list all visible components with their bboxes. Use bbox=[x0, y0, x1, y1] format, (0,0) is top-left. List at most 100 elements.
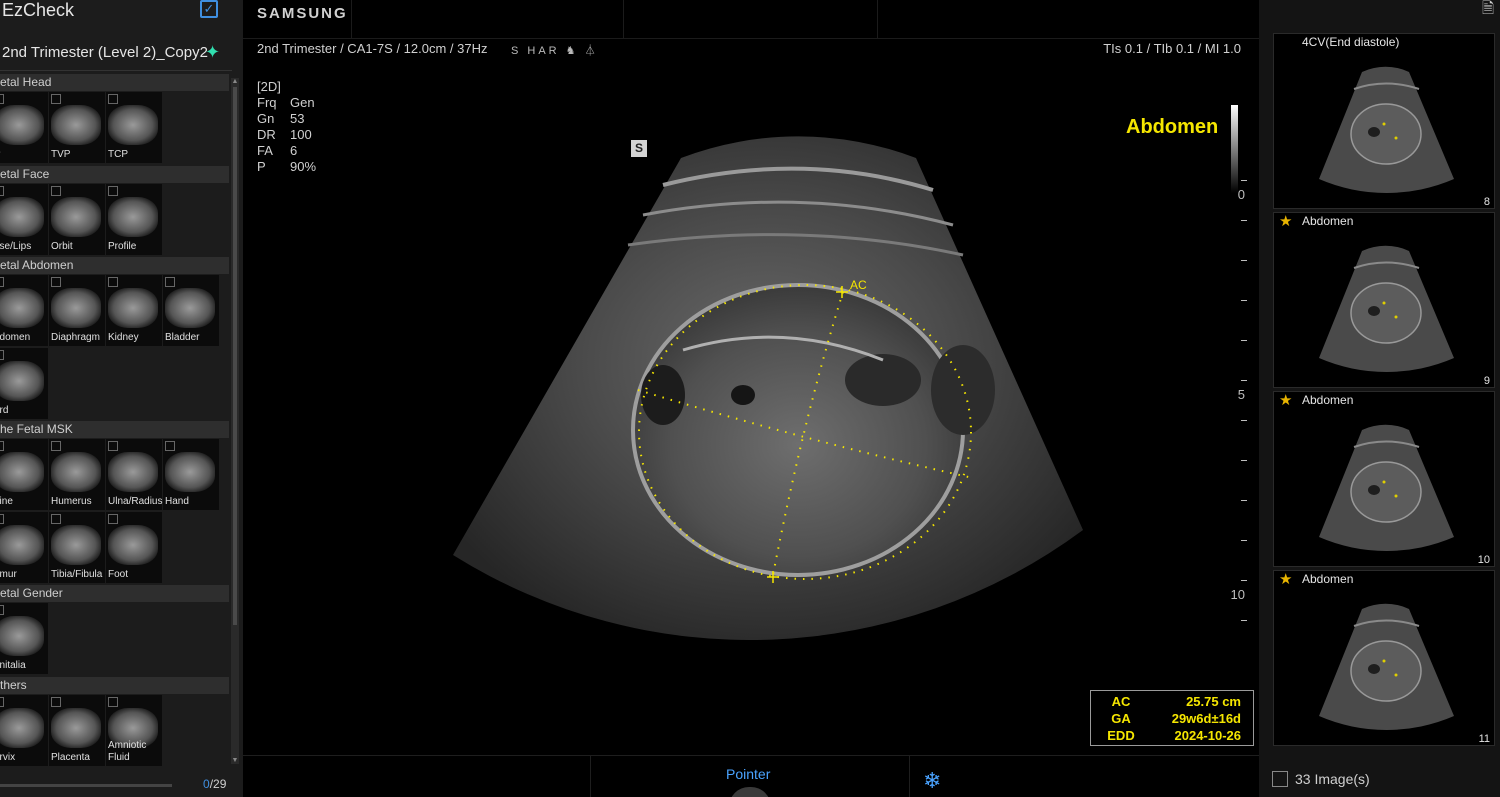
checklist-item[interactable]: Diaphragm bbox=[49, 275, 105, 346]
image-parameters: [2D] Frq Gen Gn 53 DR 100 FA 6 P 90% bbox=[257, 79, 316, 175]
item-label: Tibia/Fibula bbox=[51, 569, 103, 580]
toolbar-divider bbox=[590, 756, 591, 797]
preset-selector[interactable]: 2nd Trimester (Level 2)_Copy2 ✦ bbox=[0, 40, 243, 68]
item-checkbox[interactable] bbox=[0, 94, 4, 104]
star-icon[interactable]: ★ bbox=[1279, 393, 1292, 409]
item-checkbox[interactable] bbox=[165, 441, 175, 451]
pointer-knob-icon[interactable] bbox=[729, 787, 771, 797]
star-icon[interactable]: ★ bbox=[1279, 214, 1292, 230]
section-header[interactable]: etal Abdomen bbox=[0, 257, 229, 274]
checklist-item[interactable]: Ulna/Radius bbox=[106, 439, 162, 510]
parameter-key: P bbox=[257, 159, 266, 174]
item-checkbox[interactable] bbox=[51, 186, 61, 196]
item-checkbox[interactable] bbox=[0, 514, 4, 524]
checklist-item[interactable]: Kidney bbox=[106, 275, 162, 346]
checklist-item[interactable]: Foot bbox=[106, 512, 162, 583]
item-checkbox[interactable] bbox=[0, 186, 4, 196]
checklist-item[interactable]: Profile bbox=[106, 184, 162, 255]
item-checkbox[interactable] bbox=[108, 186, 118, 196]
parameter-key: FA bbox=[257, 143, 273, 158]
scrollbar-thumb[interactable] bbox=[232, 86, 238, 626]
checklist-item[interactable]: Amniotic Fluid bbox=[106, 695, 162, 766]
checklist-item[interactable]: emur bbox=[0, 512, 48, 583]
image-thumbnail[interactable]: ★ Abdomen 10 bbox=[1273, 391, 1495, 567]
checklist-item[interactable]: ose/Lips bbox=[0, 184, 48, 255]
item-checkbox[interactable] bbox=[0, 350, 4, 360]
checklist-item[interactable]: TVP bbox=[49, 92, 105, 163]
checklist-item[interactable]: Orbit bbox=[49, 184, 105, 255]
image-thumbnail[interactable]: ★ Abdomen 11 bbox=[1273, 570, 1495, 746]
item-checkbox[interactable] bbox=[108, 277, 118, 287]
checklist-item[interactable]: Bladder bbox=[163, 275, 219, 346]
item-checkbox[interactable] bbox=[51, 277, 61, 287]
item-checkbox[interactable] bbox=[51, 697, 61, 707]
section-header[interactable]: etal Head bbox=[0, 74, 229, 91]
section-header[interactable]: thers bbox=[0, 677, 229, 694]
image-thumbnail[interactable]: ★ Abdomen 9 bbox=[1273, 212, 1495, 388]
measurement-row: GA 29w6d±16d bbox=[1091, 710, 1253, 727]
checklist-item[interactable]: pine bbox=[0, 439, 48, 510]
item-checkbox[interactable] bbox=[51, 441, 61, 451]
item-label: Amniotic Fluid bbox=[108, 740, 147, 763]
measurement-box[interactable]: AC 25.75 cm GA 29w6d±16d EDD 2024-10-26 bbox=[1090, 690, 1254, 746]
image-count-label: 33 Image(s) bbox=[1295, 771, 1370, 787]
anatomy-icon bbox=[51, 452, 101, 492]
item-checkbox[interactable] bbox=[51, 514, 61, 524]
checklist-item[interactable]: P bbox=[0, 92, 48, 163]
scroll-down-icon[interactable]: ▼ bbox=[231, 757, 239, 764]
checklist-item[interactable]: Tibia/Fibula bbox=[49, 512, 105, 583]
item-checkbox[interactable] bbox=[108, 94, 118, 104]
checklist-item[interactable]: Placenta bbox=[49, 695, 105, 766]
depth-tick bbox=[1241, 500, 1247, 501]
section-header[interactable]: etal Gender bbox=[0, 585, 229, 602]
checklist-item[interactable]: TCP bbox=[106, 92, 162, 163]
checklist-item[interactable]: Humerus bbox=[49, 439, 105, 510]
item-label: ord bbox=[0, 405, 9, 416]
anatomy-icon bbox=[108, 197, 158, 237]
report-icon[interactable]: 🗎 bbox=[1482, 0, 1494, 23]
pointer-button[interactable]: Pointer bbox=[726, 766, 770, 782]
parameter-row: Gn 53 bbox=[257, 111, 316, 127]
depth-tick bbox=[1241, 220, 1247, 221]
checklist-item[interactable]: ervix bbox=[0, 695, 48, 766]
header-divider bbox=[351, 0, 352, 38]
header-divider bbox=[877, 0, 878, 38]
depth-scale: 0 5 10 bbox=[1223, 180, 1259, 660]
depth-tick bbox=[1241, 300, 1247, 301]
section-header[interactable]: he Fetal MSK bbox=[0, 421, 229, 438]
image-count[interactable]: 33 Image(s) bbox=[1272, 771, 1370, 787]
checklist-item[interactable]: ord bbox=[0, 348, 48, 419]
checklist-item[interactable]: enitalia bbox=[0, 603, 48, 674]
select-all-checkbox[interactable] bbox=[1272, 771, 1288, 787]
item-checkbox[interactable] bbox=[0, 605, 4, 615]
star-icon[interactable]: ★ bbox=[1279, 572, 1292, 588]
item-label: Profile bbox=[108, 241, 137, 252]
item-checkbox[interactable] bbox=[0, 441, 4, 451]
measurement-value: 25.75 cm bbox=[1186, 694, 1241, 709]
item-checkbox[interactable] bbox=[51, 94, 61, 104]
section-header[interactable]: etal Face bbox=[0, 166, 229, 183]
ezcheck-title: EzCheck bbox=[2, 0, 75, 20]
item-checkbox[interactable] bbox=[0, 277, 4, 287]
scroll-up-icon[interactable]: ▲ bbox=[231, 78, 239, 85]
sparkle-icon[interactable]: ✦ bbox=[205, 42, 220, 63]
item-checkbox[interactable] bbox=[0, 697, 4, 707]
parameter-value: 100 bbox=[290, 127, 312, 142]
ezcheck-checkbox-icon[interactable]: ✓ bbox=[200, 0, 218, 18]
item-checkbox[interactable] bbox=[108, 514, 118, 524]
checklist-scrollbar[interactable]: ▲ ▼ bbox=[231, 78, 239, 764]
item-checkbox[interactable] bbox=[108, 697, 118, 707]
parameter-row: Frq Gen bbox=[257, 95, 316, 111]
parameter-row: P 90% bbox=[257, 159, 316, 175]
image-thumbnail[interactable]: 4CV(End diastole) 8 bbox=[1273, 33, 1495, 209]
snowflake-icon[interactable]: ❄ bbox=[923, 768, 941, 794]
item-checkbox[interactable] bbox=[108, 441, 118, 451]
ultrasound-image-area[interactable]: AC SAMSUNG 2nd Trimester / CA1-7S / 12.0… bbox=[243, 0, 1259, 755]
checklist-item[interactable]: odomen bbox=[0, 275, 48, 346]
ultrasound-scan[interactable]: AC bbox=[243, 0, 1259, 755]
harmonic-icon: S HAR ♞ ⏃ bbox=[511, 45, 599, 57]
item-checkbox[interactable] bbox=[165, 277, 175, 287]
checklist-item[interactable]: Hand bbox=[163, 439, 219, 510]
item-label: odomen bbox=[0, 332, 31, 343]
depth-tick bbox=[1241, 580, 1247, 581]
